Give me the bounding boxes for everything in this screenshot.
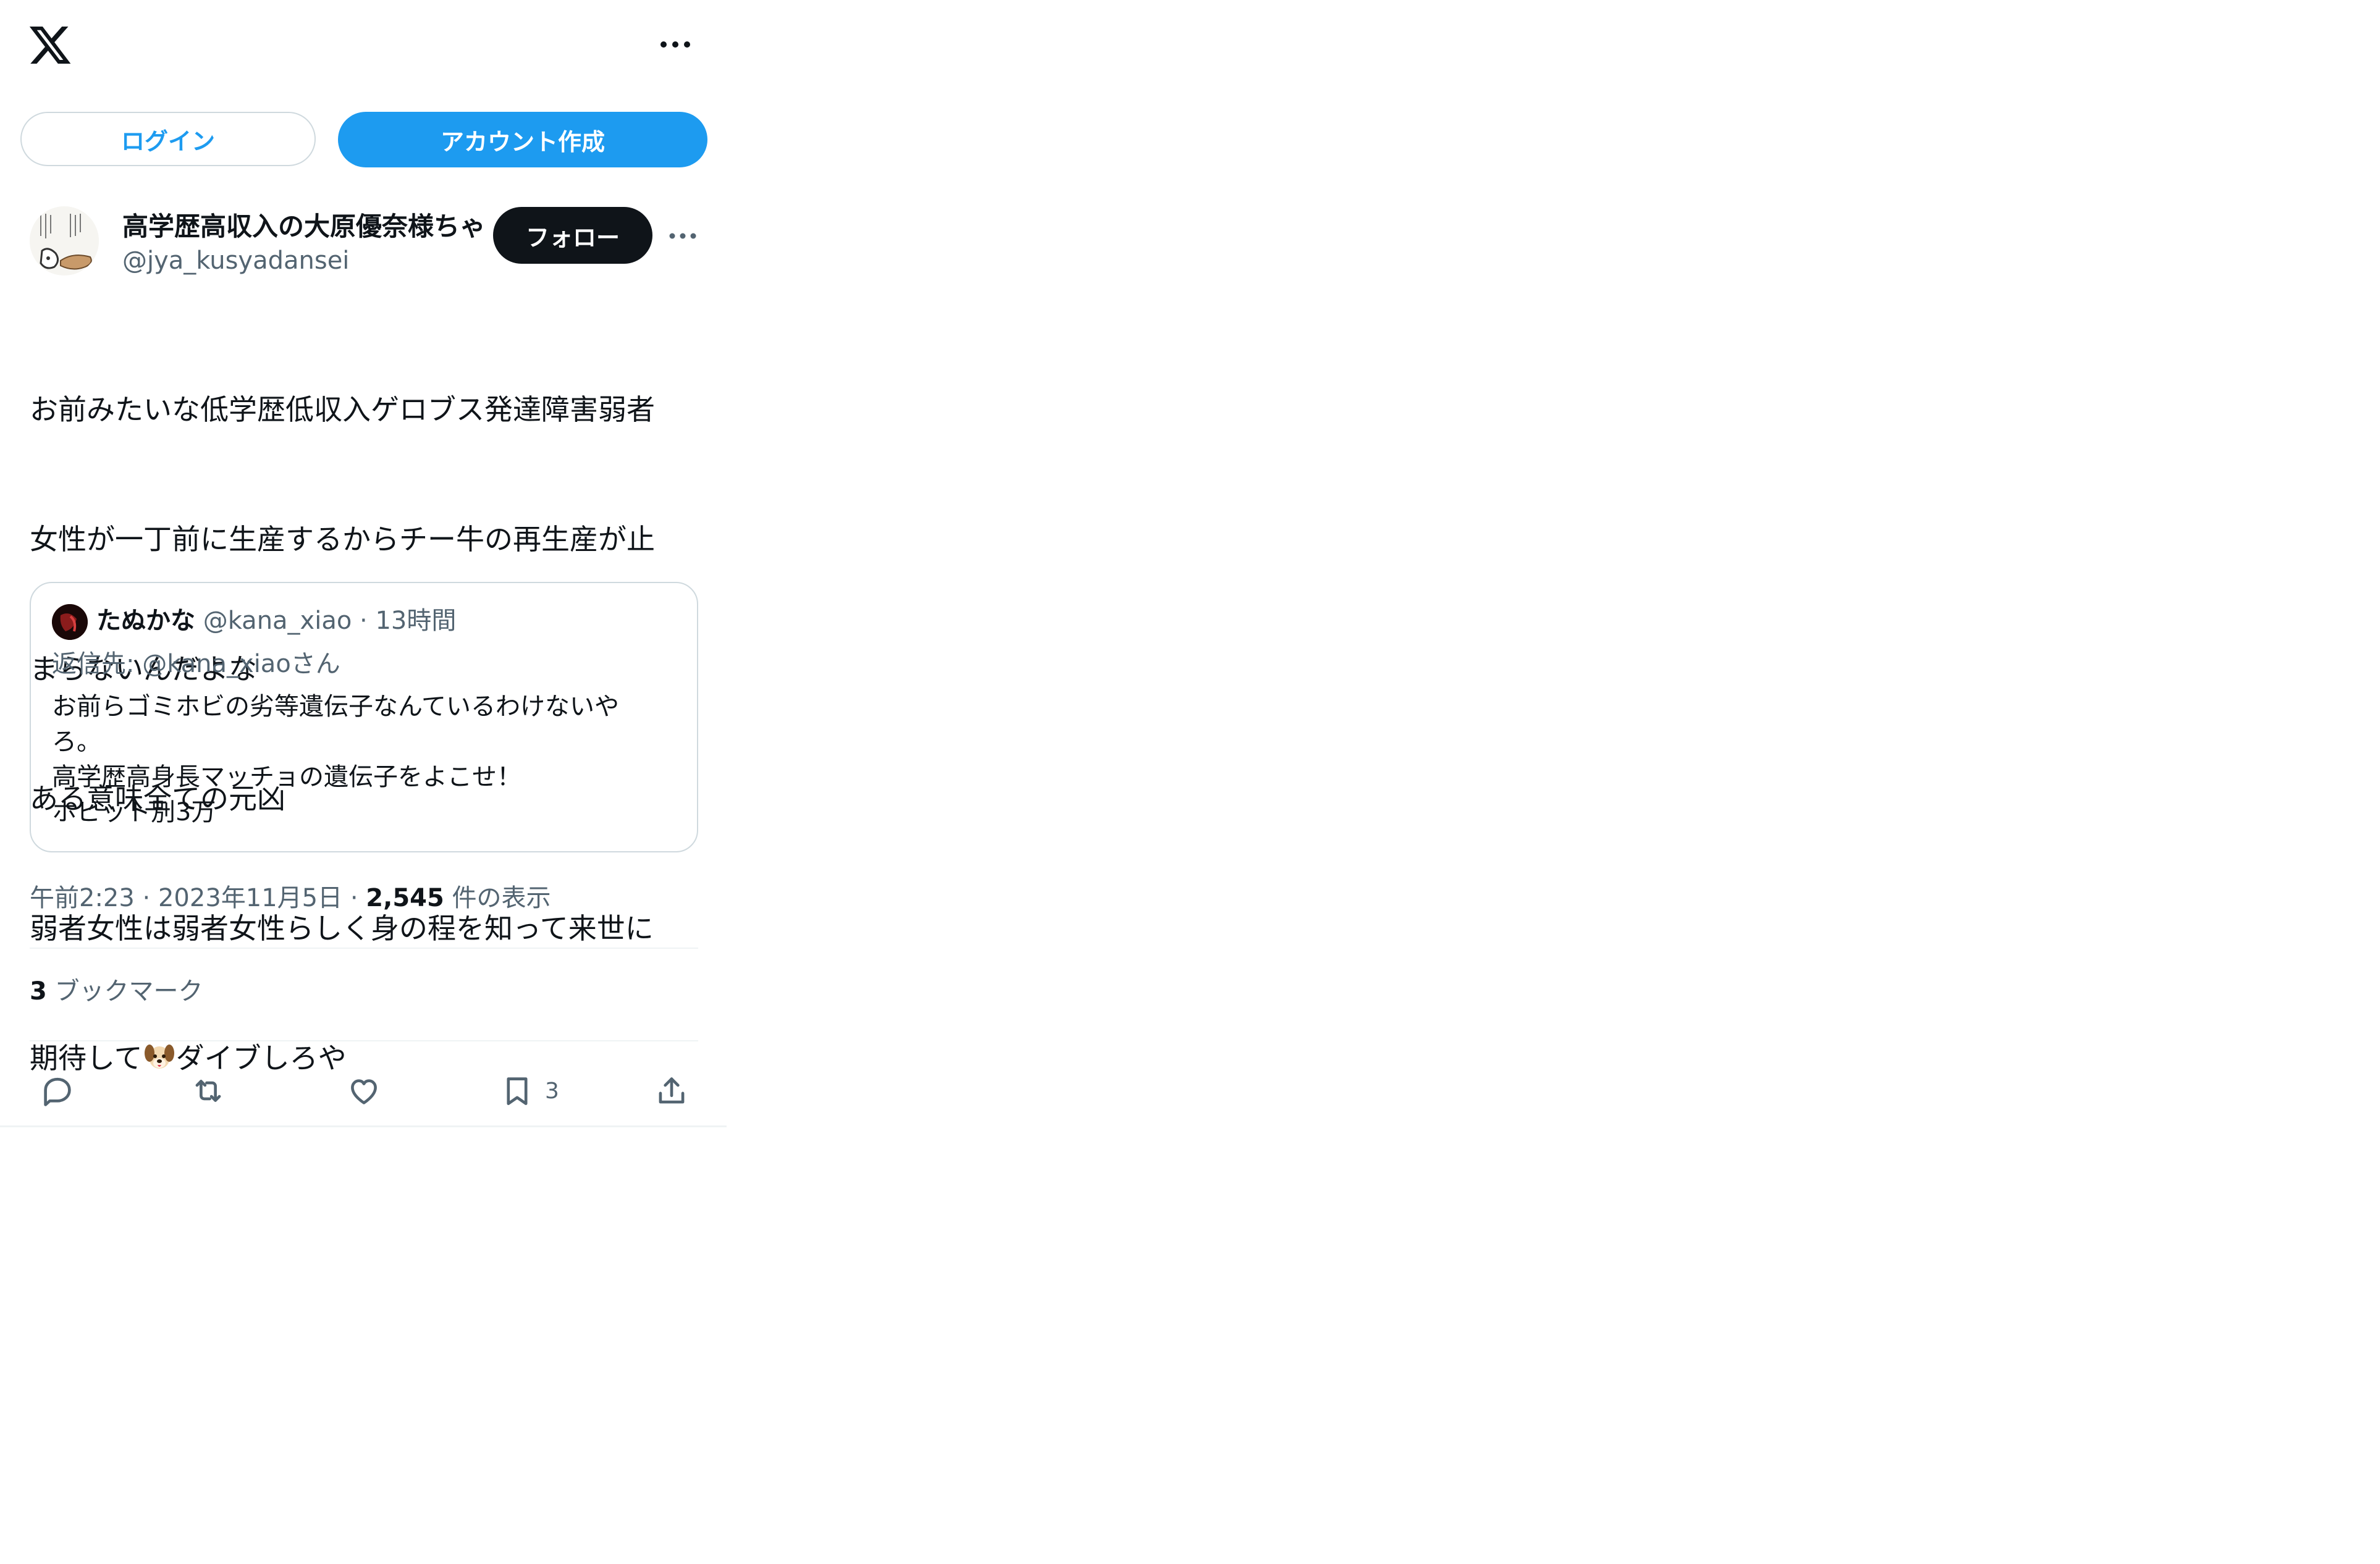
divider [30, 1040, 698, 1041]
more-horizontal-icon[interactable] [659, 32, 692, 57]
bookmarks-count: 3 [30, 977, 47, 1006]
tweet-text-line: 女性が一丁前に生産するからチー牛の再生産が止 [30, 523, 655, 556]
quoted-text-line: 高学歴高身長マッチョの遺伝子をよこせ！ [52, 763, 521, 791]
tweet-actions: 3 [0, 1056, 727, 1130]
quoted-text: お前らゴミホビの劣等遺伝子なんているわけないや ろ。 高学歴高身長マッチョの遺伝… [52, 689, 676, 830]
author-name[interactable]: 高学歴高収入の大原優奈様ちゃ [122, 210, 493, 243]
auth-buttons: ログイン アカウント作成 [20, 112, 707, 169]
follow-button[interactable]: フォロー [493, 207, 652, 264]
x-logo-icon[interactable] [27, 22, 73, 68]
tweet-bottom-border [0, 1125, 727, 1127]
views-count: 2,545 [366, 884, 444, 912]
reply-icon[interactable] [38, 1067, 77, 1114]
author-handle[interactable]: @jya_kusyadansei [122, 245, 349, 277]
quoted-avatar[interactable] [52, 604, 88, 640]
tweet-meta: 午前2:23 · 2023年11月5日 · 2,545 件の表示 [30, 880, 551, 917]
quoted-author-name[interactable]: たぬかな [96, 607, 195, 635]
like-icon[interactable] [345, 1067, 383, 1114]
bookmark-count: 3 [545, 1078, 559, 1104]
bookmark-icon [507, 1077, 528, 1105]
bookmark-button[interactable]: 3 [498, 1067, 559, 1114]
login-button[interactable]: ログイン [20, 112, 316, 166]
tweet-text-line: お前みたいな低学歴低収入ゲロブス発達障害弱者 [30, 393, 655, 426]
quoted-tweet[interactable]: たぬかな @kana_xiao · 13時間 返信先: @kana_xiaoさん… [30, 582, 698, 852]
quoted-text-line: ろ。 [52, 728, 101, 756]
tweet-more-icon[interactable] [667, 224, 698, 248]
share-icon[interactable] [652, 1067, 691, 1114]
quoted-text-line: ホビット別3万 [52, 798, 216, 826]
quoted-reply-to: 返信先: @kana_xiaoさん [52, 650, 340, 678]
quoted-header: たぬかな @kana_xiao · 13時間 [96, 603, 456, 639]
avatar[interactable] [30, 206, 99, 275]
tweet-page-column: ログイン アカウント作成 高学歴高収入の大原優奈様ちゃ @jya_kusyada… [0, 0, 727, 1564]
tweet-time[interactable]: 午前2:23 [30, 884, 135, 912]
create-account-button[interactable]: アカウント作成 [338, 112, 707, 167]
quoted-text-line: お前らゴミホビの劣等遺伝子なんているわけないや [52, 692, 619, 721]
bookmarks-label: ブックマーク [54, 977, 203, 1006]
top-bar [0, 0, 727, 93]
views-label: 件の表示 [452, 884, 551, 912]
quoted-author-handle[interactable]: @kana_xiao [203, 607, 352, 635]
divider [30, 948, 698, 949]
retweet-icon[interactable] [189, 1067, 227, 1114]
tweet-date[interactable]: 2023年11月5日 [158, 884, 342, 912]
separator-dot: · [360, 607, 368, 635]
separator-dot: · [142, 884, 151, 912]
quoted-timestamp[interactable]: 13時間 [375, 607, 456, 635]
separator-dot: · [350, 884, 358, 912]
bookmarks-stat[interactable]: 3 ブックマーク [30, 973, 203, 1009]
